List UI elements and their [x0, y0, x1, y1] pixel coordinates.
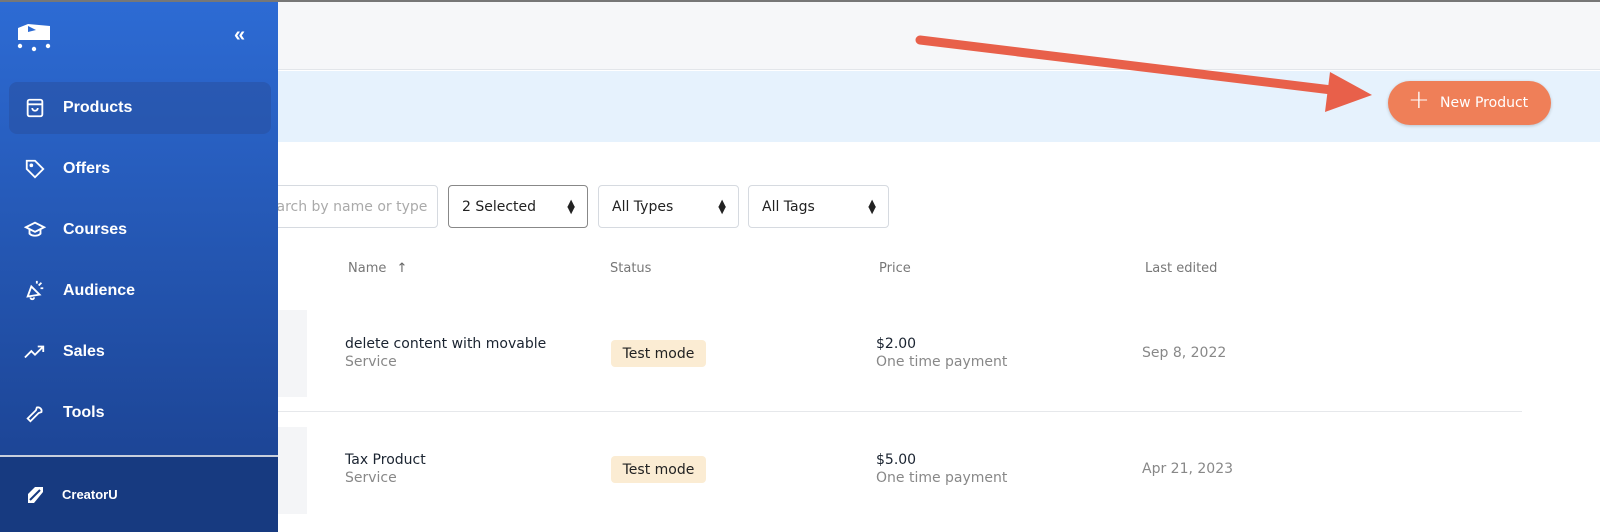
column-header-name[interactable]: Name ↑: [348, 261, 407, 276]
payment-type: One time payment: [876, 354, 1008, 370]
app-logo-icon: [17, 24, 51, 52]
shopping-bag-icon: [26, 98, 44, 118]
column-header-last-edited: Last edited: [1145, 261, 1218, 276]
last-edited-date: Apr 21, 2023: [1142, 461, 1234, 477]
sidebar-item-label: Offers: [63, 160, 111, 177]
sort-arrows-icon: ▲ ▼: [718, 197, 726, 216]
status-badge: Test mode: [611, 340, 706, 367]
status-select[interactable]: 2 Selected ▲ ▼: [448, 185, 588, 228]
sidebar-item-label: Tools: [63, 404, 105, 421]
product-price: $5.00: [876, 452, 917, 468]
sidebar-item-tools[interactable]: Tools: [9, 387, 271, 439]
trending-up-icon: [24, 345, 45, 359]
row-divider: [278, 411, 1522, 412]
last-edited-date: Sep 8, 2022: [1142, 345, 1227, 361]
megaphone-icon: [26, 280, 44, 301]
tags-select-value: All Tags: [762, 198, 815, 215]
sort-up-icon: ↑: [396, 261, 408, 276]
sidebar-footer-creatoru[interactable]: CreatorU: [0, 455, 278, 532]
plus-icon: +: [1408, 85, 1430, 115]
product-price: $2.00: [876, 336, 917, 352]
status-select-value: 2 Selected: [462, 198, 537, 215]
product-type: Service: [345, 354, 397, 370]
status-badge: Test mode: [611, 456, 706, 483]
column-header-status: Status: [610, 261, 652, 276]
sidebar-item-label: Products: [63, 99, 133, 116]
creatoru-logo-icon: [28, 486, 43, 503]
sidebar-item-sales[interactable]: Sales: [9, 326, 271, 378]
collapse-sidebar-button[interactable]: «: [234, 24, 245, 47]
payment-type: One time payment: [876, 470, 1008, 486]
sidebar-item-offers[interactable]: Offers: [9, 143, 271, 195]
sidebar-item-products[interactable]: Products: [9, 82, 271, 134]
product-name[interactable]: Tax Product: [345, 452, 426, 468]
new-product-label: New Product: [1440, 95, 1529, 111]
sidebar: « Products Offers Courses Audience Sales…: [0, 0, 278, 532]
sidebar-item-label: Audience: [63, 282, 136, 299]
new-product-button[interactable]: + New Product: [1388, 81, 1551, 125]
search-placeholder: Search by name or type: [259, 198, 428, 215]
product-type: Service: [345, 470, 397, 486]
product-name[interactable]: delete content with movable: [345, 336, 546, 352]
tags-select[interactable]: All Tags ▲ ▼: [748, 185, 889, 228]
column-header-price: Price: [879, 261, 911, 276]
creatoru-label: CreatorU: [62, 487, 118, 502]
wrench-icon: [26, 406, 43, 423]
types-select[interactable]: All Types ▲ ▼: [598, 185, 739, 228]
sidebar-item-audience[interactable]: Audience: [9, 265, 271, 317]
types-select-value: All Types: [612, 198, 674, 215]
tag-icon: [25, 159, 45, 179]
sort-arrows-icon: ▲ ▼: [868, 197, 876, 216]
sidebar-item-courses[interactable]: Courses: [9, 204, 271, 256]
product-thumbnail: [278, 427, 307, 514]
column-name-label: Name: [348, 261, 387, 276]
sidebar-item-label: Sales: [63, 343, 105, 360]
sort-arrows-icon: ▲ ▼: [567, 197, 575, 216]
graduation-cap-icon: [24, 221, 46, 237]
product-thumbnail: [278, 310, 307, 397]
sidebar-item-label: Courses: [63, 221, 128, 238]
